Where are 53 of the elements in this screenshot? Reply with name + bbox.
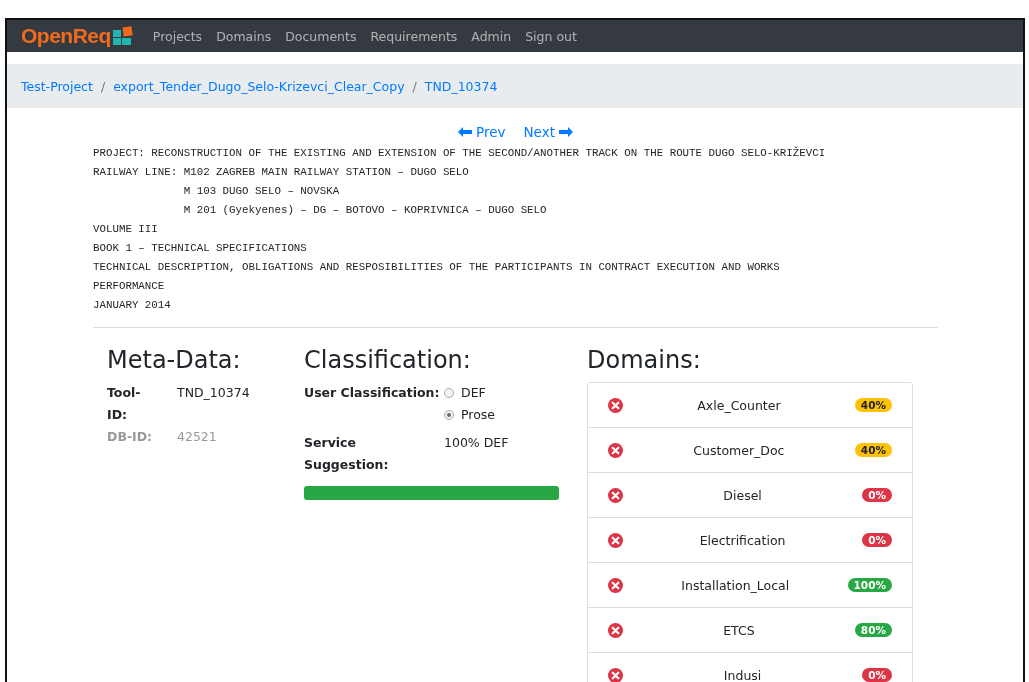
breadcrumb-link[interactable]: export_Tender_Dugo_Selo-Krizevci_Clear_Copy [113, 78, 405, 94]
percent-badge: 0% [862, 488, 892, 502]
remove-icon[interactable] [608, 442, 623, 458]
breadcrumb-separator: / [100, 78, 106, 94]
field-label: User Classification: [304, 384, 441, 402]
brand-logo[interactable]: OpenReq [21, 24, 133, 48]
section-heading: Classification: [304, 346, 472, 374]
breadcrumb-link[interactable]: TND_10374 [424, 78, 498, 94]
prev-link[interactable]: Prev [458, 124, 506, 140]
domain-name: ETCS [722, 622, 756, 638]
remove-icon[interactable] [608, 532, 623, 548]
radio-button[interactable] [444, 410, 454, 420]
nav-link[interactable]: Sign out [525, 28, 577, 44]
remove-icon[interactable] [608, 577, 623, 593]
remove-icon[interactable] [608, 397, 623, 413]
field-label: DB-ID: [107, 428, 154, 446]
field-value: 100% DEF [444, 434, 509, 452]
right-arrow-icon [558, 127, 573, 137]
field-label: Tool-ID: [107, 384, 142, 424]
nav-link[interactable]: Documents [285, 28, 357, 44]
nav-link[interactable]: Projects [152, 28, 203, 44]
percent-badge: 100% [847, 578, 892, 592]
percent-badge: 40% [854, 443, 892, 457]
remove-icon[interactable] [608, 622, 623, 638]
domain-name: Installation_Local [680, 577, 791, 593]
nav-link[interactable]: Domains [216, 28, 272, 44]
section-heading: Meta-Data: [107, 346, 242, 374]
squares-logo-icon [112, 26, 133, 46]
radio-button[interactable] [444, 388, 454, 398]
radio-label: DEF [461, 384, 486, 402]
field-value: 42521 [177, 428, 217, 446]
requirement-text: PROJECT: RECONSTRUCTION OF THE EXISTING AND EXTENSION OF THE SECOND/ANOTHER TRACK ON THE ROUTE DUGO SELO-KRIŽEVCI RAILWAY LINE: M102 ZAGREB MAIN RAILWAY STATION – DUGO SELO M 103 DUGO SELO – NOVSKA M 201 (Gyekyenes) – DG – BOTOVO – KOPRIVNICA – DUGO SELO VOLUME III BOOK 1 – TECHNICAL SPECIFICATIONS TECHNICAL DESCRIPTION, OBLIGATIONS AND RESPOSIBILITIES OF THE PARTICIPANTS IN CONTRACT EXECUTION AND WORKS PERFORMANCE JANUARY 2014 [93, 145, 827, 313]
section-heading: Domains: [587, 346, 702, 374]
nav-link[interactable]: Admin [471, 28, 512, 44]
domain-name: Indusi [722, 667, 763, 682]
remove-icon[interactable] [608, 487, 623, 503]
next-link[interactable]: Next [523, 124, 573, 140]
field-label: Service Suggestion: [304, 434, 390, 474]
percent-badge: 0% [862, 668, 892, 682]
remove-icon[interactable] [608, 667, 623, 682]
breadcrumb-separator: / [412, 78, 417, 94]
domain-name: Customer_Doc [692, 442, 786, 458]
percent-badge: 40% [854, 398, 892, 412]
radio-label: Prose [461, 406, 496, 424]
left-arrow-icon [458, 127, 473, 137]
domain-name: Electrification [698, 532, 787, 548]
domain-name: Axle_Counter [696, 397, 782, 413]
percent-badge: 0% [862, 533, 892, 547]
percent-badge: 80% [854, 623, 892, 637]
nav-link[interactable]: Requirements [370, 28, 458, 44]
field-value: TND_10374 [177, 384, 250, 402]
breadcrumb-link[interactable]: Test-Project [21, 78, 93, 94]
domain-name: Diesel [722, 487, 763, 503]
